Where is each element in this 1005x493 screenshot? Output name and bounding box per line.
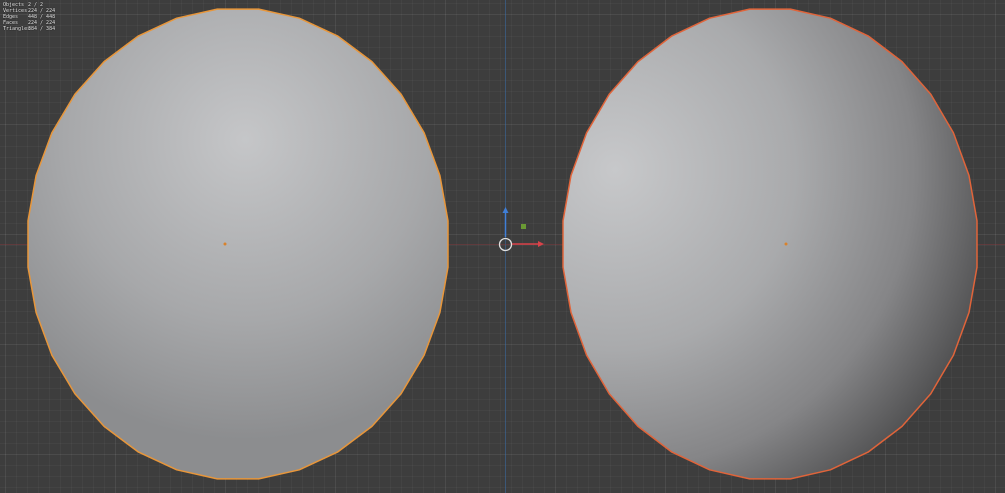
transform-gizmo[interactable] [498,207,545,252]
statistics-overlay: Objects 2 / 2 Vertices 224 / 224 Edges 4… [3,2,55,32]
3d-viewport[interactable]: Objects 2 / 2 Vertices 224 / 224 Edges 4… [0,0,1005,493]
stat-label: Triangles [3,26,31,32]
gizmo-z-arrow-icon[interactable] [502,207,509,213]
origin-dot-left [223,242,227,246]
gizmo-plane-handle-icon[interactable] [521,224,526,229]
viewport-scene[interactable] [0,0,1005,493]
origin-dot-right [784,242,788,246]
gizmo-x-arrow-icon[interactable] [538,241,544,247]
stat-value: 384 / 384 [28,26,56,32]
stat-row-triangles: Triangles 384 / 384 [3,26,55,32]
sphere-object-right[interactable] [562,8,978,480]
sphere-object-left[interactable] [27,8,449,480]
